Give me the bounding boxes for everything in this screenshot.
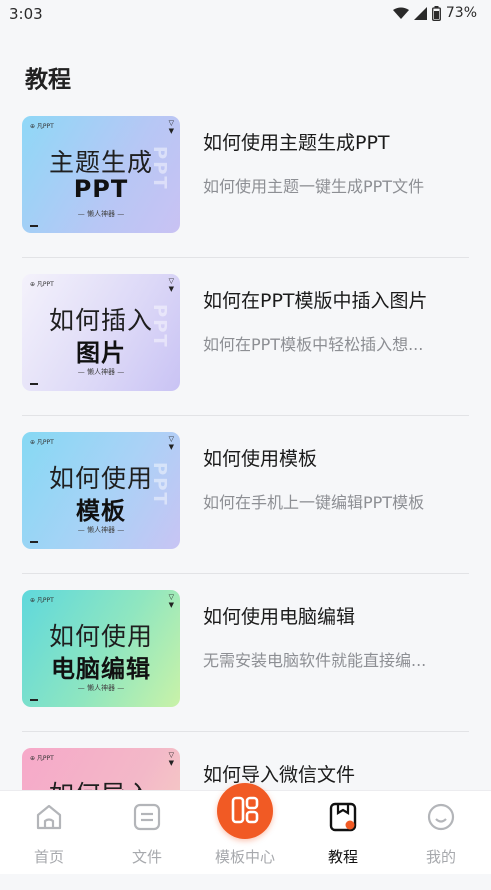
thumb-line2: PPT bbox=[73, 175, 129, 203]
tutorial-thumbnail: ⊕ 凡PPT ▽ ▼ PPT 主题生成 PPT — 懒人神器 — bbox=[22, 116, 180, 233]
battery-percent: 73% bbox=[445, 5, 477, 21]
tutorial-title: 如何使用主题生成PPT bbox=[203, 132, 390, 154]
thumb-dash bbox=[30, 225, 38, 227]
tutorial-card[interactable]: ⊕ 凡PPT ▽ ▼ 如何使用 电脑编辑 — 懒人神器 — 如何使用电脑编辑 无需… bbox=[22, 574, 469, 732]
thumb-line2: 电脑编辑 bbox=[51, 655, 151, 683]
nav-label: 首页 bbox=[33, 848, 64, 866]
page-title: 教程 bbox=[25, 67, 71, 93]
tutorial-card[interactable]: ⊕ 凡PPT ▽ ▼ PPT 如何使用 模板 — 懒人神器 — 如何使用模板 如何… bbox=[22, 416, 469, 574]
nav-label: 模板中心 bbox=[214, 848, 275, 866]
thumb-dash bbox=[30, 383, 38, 385]
battery-icon bbox=[431, 5, 441, 21]
tutorial-card[interactable]: ⊕ 凡PPT ▽ ▼ PPT 如何插入 图片 — 懒人神器 — 如何在PPT模版中… bbox=[22, 258, 469, 416]
thumb-corner-icon: ▽ ▼ bbox=[168, 751, 174, 767]
thumb-corner-icon: ▽ ▼ bbox=[168, 435, 174, 451]
thumb-line1: 如何使用 bbox=[48, 464, 153, 493]
thumb-line1: 主题生成 bbox=[48, 148, 153, 177]
nav-home[interactable]: 首页 bbox=[0, 791, 98, 874]
thumb-corner-icon: ▽ ▼ bbox=[168, 277, 174, 293]
thumb-corner-icon: ▽ ▼ bbox=[168, 593, 174, 609]
status-time: 3:03 bbox=[9, 5, 43, 23]
tutorial-desc: 无需安装电脑软件就能直接编... bbox=[203, 651, 427, 670]
thumb-line2: 模板 bbox=[76, 497, 126, 525]
thumb-sub: — 懒人神器 — bbox=[77, 526, 125, 534]
bottom-nav: 首页 文件 模板中心 教程 我的 bbox=[0, 783, 491, 874]
thumb-line1: 如何使用 bbox=[48, 622, 153, 651]
tutorial-thumbnail: ⊕ 凡PPT ▽ ▼ PPT 如何插入 图片 — 懒人神器 — bbox=[22, 274, 180, 391]
tutorial-icon bbox=[329, 802, 357, 832]
tutorial-desc: 如何使用主题一键生成PPT文件 bbox=[203, 177, 425, 196]
tutorial-desc: 如何在手机上一键编辑PPT模板 bbox=[203, 493, 425, 512]
nav-label: 教程 bbox=[327, 848, 358, 866]
nav-files[interactable]: 文件 bbox=[98, 791, 196, 874]
wifi-icon bbox=[392, 7, 409, 19]
thumb-sub: — 懒人神器 — bbox=[77, 684, 125, 692]
tutorial-thumbnail: ⊕ 凡PPT ▽ ▼ 如何使用 电脑编辑 — 懒人神器 — bbox=[22, 590, 180, 707]
thumb-sub: — 懒人神器 — bbox=[77, 210, 125, 218]
thumb-brand: ⊕ 凡PPT bbox=[30, 439, 54, 446]
tutorial-desc: 如何在PPT模板中轻松插入想... bbox=[203, 335, 424, 354]
thumb-brand: ⊕ 凡PPT bbox=[30, 755, 54, 762]
nav-label: 文件 bbox=[131, 848, 162, 866]
file-icon bbox=[133, 803, 161, 831]
status-bar: 3:03 73% bbox=[0, 0, 491, 28]
nav-profile[interactable]: 我的 bbox=[392, 791, 490, 874]
template-center-icon bbox=[231, 796, 259, 824]
nav-template-center[interactable]: 模板中心 bbox=[196, 783, 294, 874]
tutorial-card[interactable]: ⊕ 凡PPT ▽ ▼ PPT 主题生成 PPT — 懒人神器 — 如何使用主题生成… bbox=[22, 100, 469, 258]
thumb-brand: ⊕ 凡PPT bbox=[30, 281, 54, 288]
tutorial-thumbnail: ⊕ 凡PPT ▽ ▼ PPT 如何使用 模板 — 懒人神器 — bbox=[22, 432, 180, 549]
thumb-brand: ⊕ 凡PPT bbox=[30, 123, 54, 130]
template-center-button[interactable] bbox=[217, 783, 273, 839]
tutorial-title: 如何使用模板 bbox=[203, 448, 318, 470]
nav-label: 我的 bbox=[425, 848, 456, 866]
tutorial-title: 如何在PPT模版中插入图片 bbox=[203, 290, 428, 312]
home-icon bbox=[36, 804, 62, 830]
profile-icon bbox=[427, 803, 455, 831]
signal-icon bbox=[413, 6, 427, 20]
thumb-line1: 如何插入 bbox=[48, 306, 153, 335]
thumb-dash bbox=[30, 541, 38, 543]
thumb-brand: ⊕ 凡PPT bbox=[30, 597, 54, 604]
thumb-dash bbox=[30, 699, 38, 701]
thumb-sub: — 懒人神器 — bbox=[77, 368, 125, 376]
thumb-corner-icon: ▽ ▼ bbox=[168, 119, 174, 135]
tutorial-title: 如何使用电脑编辑 bbox=[203, 606, 356, 628]
thumb-line2: 图片 bbox=[76, 339, 126, 367]
nav-tutorial[interactable]: 教程 bbox=[294, 791, 392, 874]
status-icons: 73% bbox=[392, 5, 477, 21]
